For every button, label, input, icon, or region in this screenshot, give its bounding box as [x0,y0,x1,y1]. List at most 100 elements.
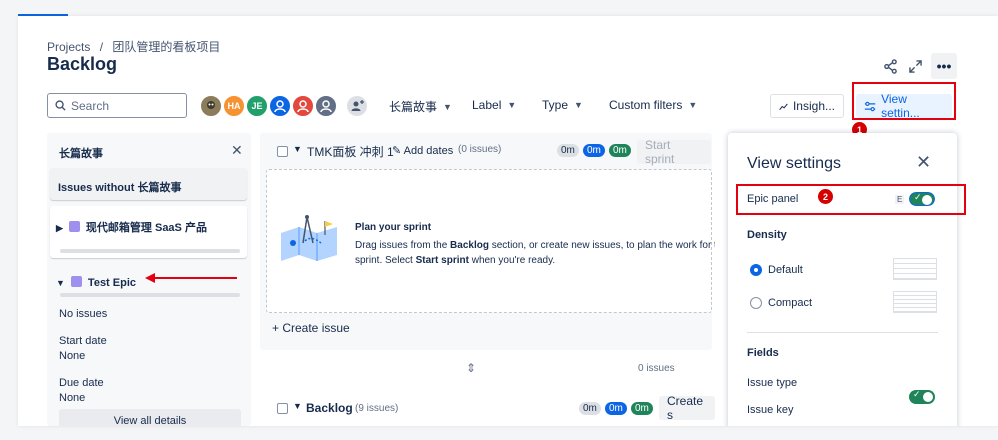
chevron-right-icon[interactable]: ▶ [56,223,63,233]
plan-sprint-title: Plan your sprint [355,222,432,233]
chevron-down-icon: ▼ [688,100,698,110]
density-default-radio[interactable] [750,264,762,276]
start-date-value: None [59,350,86,362]
issue-key-label: Issue key [747,404,794,416]
plan-text-3: sprint. Select [355,255,416,266]
avatar-user-icon-2[interactable] [291,94,315,118]
sprint-empty-dropzone: Plan your sprint Drag issues from the Ba… [266,169,715,313]
annotation-box-2 [736,184,966,215]
issues-without-epic[interactable]: Issues without 长篇故事 [50,168,247,200]
more-actions-button[interactable]: ••• [931,53,957,79]
plan-sprint-description: Drag issues from the Backlog section, or… [355,238,715,268]
due-date-label: Due date [59,377,104,389]
expand-icon[interactable] [904,55,926,77]
filter-label[interactable]: Label ▼ [472,98,516,112]
epic-color-swatch [68,221,80,232]
epic-2-name: Test Epic [87,277,137,289]
backlog-issue-count: (9 issues) [355,403,399,414]
start-sprint-button[interactable]: Start sprint [637,138,711,166]
check-icon: ✓ [913,389,921,399]
avatar-user-icon-3[interactable] [314,94,338,118]
chevron-down-icon: ▼ [574,100,583,110]
avatar-user-icon[interactable] [268,94,292,118]
insights-button[interactable]: Insigh... [770,94,844,118]
epic-panel: 长篇故事 ✕ Issues without 长篇故事 ▶ 现代邮箱管理 SaaS … [47,133,251,426]
plan-text-1: Drag issues from the [355,240,451,251]
breadcrumb-projects[interactable]: Projects [47,40,90,54]
sprint-issue-count: (0 issues) [458,144,502,155]
close-icon[interactable]: ✕ [916,152,931,173]
backlog-checkbox[interactable] [277,403,288,414]
no-issues-text: No issues [59,308,108,320]
density-compact-radio[interactable] [750,297,762,309]
create-issue-button[interactable]: + Create issue [272,321,350,335]
sprint-name: TMK面板 冲刺 1 [307,145,394,159]
chevron-down-icon[interactable]: ▼ [293,401,302,411]
insights-label: Insigh... [792,99,835,113]
annotation-box-1 [852,82,956,120]
fields-heading: Fields [747,347,779,359]
estimate-todo: 0m [557,144,579,157]
filter-label-label: Label [472,98,502,112]
chevron-down-icon: ▼ [443,101,452,112]
plan-text-backlog: Backlog [450,240,489,251]
filter-custom[interactable]: Custom filters ▼ [609,98,697,112]
share-icon[interactable] [879,55,901,77]
epic-panel-heading: 长篇故事 [59,148,103,160]
issue-type-toggle[interactable]: ✓ [909,389,935,404]
backlog-estimate-done: 0m [631,402,653,415]
density-default-label: Default [768,264,803,276]
search-placeholder: Search [71,98,110,113]
filter-epic[interactable]: 长篇故事 ▼ [389,98,452,115]
sprint-checkbox[interactable] [277,146,288,157]
epic-card-1[interactable]: ▶ 现代邮箱管理 SaaS 产品 [50,206,247,258]
epic-color-swatch [70,276,82,287]
sprint-section: ▼ TMK面板 冲刺 1 ✎ Add dates (0 issues) 0m 0… [260,133,715,350]
plan-text-2: section, or create new issues, to plan t… [488,240,715,251]
start-date-label: Start date [59,335,107,347]
estimate-in-progress: 0m [583,144,605,157]
epic-1-progress [60,249,240,253]
avatar-1[interactable] [199,94,223,118]
breadcrumb-project[interactable]: 团队管理的看板项目 [112,40,220,54]
drag-handle-icon[interactable]: ⇕ [466,361,476,375]
search-icon [55,100,66,111]
close-icon[interactable]: ✕ [231,142,243,159]
backlog-page: Projects / 团队管理的看板项目 Backlog ••• Search … [18,16,998,426]
more-icon: ••• [936,58,952,74]
filter-epic-label: 长篇故事 [389,100,438,114]
issue-type-label: Issue type [747,377,798,389]
annotation-arrow [145,273,237,283]
add-dates-button[interactable]: ✎ Add dates [392,144,453,157]
add-people-icon[interactable] [345,94,369,118]
divider [747,332,938,333]
breadcrumb: Projects / 团队管理的看板项目 [47,38,226,55]
backlog-estimate-todo: 0m [579,402,601,415]
density-compact-preview [893,291,937,313]
view-settings-panel: View settings ✕ Epic panel E ✓ Density D… [728,133,957,426]
create-sprint-button[interactable]: Create s [659,394,715,422]
avatar-ha[interactable]: HA [222,94,246,118]
epic-2-progress [60,293,240,297]
estimate-done: 0m [609,144,631,157]
epic-1-name: 现代邮箱管理 SaaS 产品 [85,222,207,234]
filter-type[interactable]: Type ▼ [542,98,583,112]
add-dates-label: Add dates [403,145,454,157]
search-input[interactable]: Search [47,93,187,118]
due-date-value: None [59,392,86,404]
backlog-estimate-in-progress: 0m [605,402,627,415]
pencil-icon: ✎ [392,145,402,157]
start-sprint-label: Start sprint [645,138,675,166]
chevron-down-icon[interactable]: ▼ [293,144,302,154]
epic-card-2[interactable]: ▼ Test Epic No issues Start date None Due… [50,265,247,405]
avatar-je[interactable]: JE [245,94,269,118]
page-title: Backlog [47,54,118,74]
density-default-preview [893,258,937,280]
plan-text-start-sprint: Start sprint [415,255,469,266]
density-heading: Density [747,229,787,241]
breadcrumb-separator: / [99,40,104,54]
view-all-details-button[interactable]: View all details [59,409,241,426]
issues-without-epic-label: Issues without 长篇故事 [58,182,182,194]
chevron-down-icon[interactable]: ▼ [56,278,65,288]
chart-icon [779,103,788,110]
